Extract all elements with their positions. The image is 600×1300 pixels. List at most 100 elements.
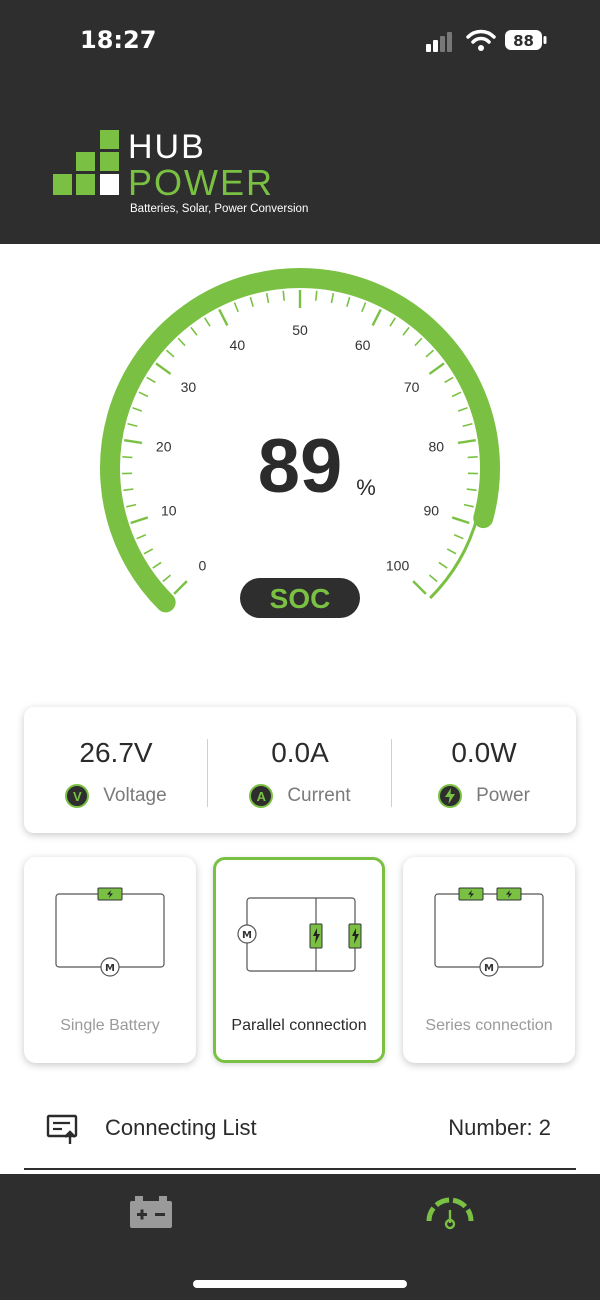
soc-gauge: 0 10 20 30 40 50 60 70 80 90 100 89 % SOC [100, 268, 500, 618]
gauge-minor-tick [457, 406, 468, 412]
parallel-connection-label: Parallel connection [231, 1017, 367, 1034]
gauge-minor-tick [162, 574, 172, 583]
gauge-minor-tick [265, 293, 270, 304]
single-battery-mode-card[interactable]: M Single Battery [24, 857, 196, 1063]
gauge-minor-tick [414, 337, 423, 347]
gauge-major-tick [457, 438, 476, 445]
brand-line2: POWER [128, 162, 274, 203]
gauge-minor-tick [361, 302, 367, 313]
gauge-tick-label: 50 [292, 322, 308, 338]
voltage-label: Voltage [103, 785, 167, 806]
gauge-tick-label: 30 [181, 379, 197, 395]
gauge-minor-tick [282, 290, 285, 301]
gauge-major-tick [124, 438, 143, 445]
wifi-icon [466, 29, 496, 51]
gauge-minor-tick [165, 349, 175, 358]
gauge-minor-tick [425, 349, 435, 358]
brand-tagline: Batteries, Solar, Power Conversion [130, 203, 308, 215]
status-time: 18:27 [80, 26, 157, 54]
gauge-major-tick [218, 308, 229, 326]
gauge-minor-tick [330, 293, 335, 304]
cellular-signal-icon [426, 32, 452, 52]
soc-unit: % [356, 475, 376, 500]
connecting-count: Number: 2 [448, 1115, 551, 1140]
gauge-minor-tick [428, 574, 438, 583]
gauge-minor-tick [451, 391, 462, 398]
svg-text:M: M [484, 963, 494, 974]
connecting-list-row[interactable]: Connecting List Number: 2 [24, 1100, 576, 1160]
gauge-minor-tick [143, 548, 154, 555]
gauge-major-tick [412, 580, 427, 595]
gauge-minor-tick [152, 561, 162, 569]
brand-line1: HUB [128, 128, 206, 166]
gauge-minor-tick [203, 317, 211, 327]
gauge-minor-tick [438, 561, 448, 569]
svg-text:M: M [105, 963, 115, 974]
gauge-minor-tick [249, 296, 254, 307]
gauge-minor-tick [462, 422, 473, 427]
series-connection-mode-card[interactable]: M Series connection [403, 857, 575, 1063]
power-metric: 0.0W Power [392, 707, 576, 833]
hub-power-logo: HUB POWER Batteries, Solar, Power Conver… [53, 128, 308, 215]
parallel-connection-mode-card[interactable]: M Parallel connection [213, 857, 385, 1063]
gauge-minor-tick [146, 376, 156, 384]
current-icon: A [249, 784, 274, 808]
gauge-major-tick [371, 308, 382, 326]
gauge-minor-tick [446, 548, 457, 555]
gauge-minor-tick [315, 290, 318, 301]
current-metric: 0.0A A Current [208, 707, 392, 833]
gauge-minor-tick [467, 456, 478, 459]
gauge-major-tick [451, 516, 470, 525]
gauge-minor-tick [453, 533, 464, 540]
power-label: Power [476, 785, 530, 806]
gauge-minor-tick [389, 317, 397, 327]
battery-status-icon: 88 [505, 30, 547, 50]
gauge-tick-label: 70 [404, 379, 420, 395]
gauge-minor-tick [122, 456, 133, 459]
battery-level-text: 88 [513, 32, 534, 50]
voltage-icon: V [65, 784, 90, 808]
gauge-minor-tick [127, 422, 138, 427]
series-connection-label: Series connection [425, 1017, 553, 1034]
nav-battery-icon[interactable] [128, 1194, 174, 1230]
gauge-minor-tick [233, 302, 239, 313]
status-bar: 18:27 88 [0, 0, 600, 80]
gauge-track-arc [429, 516, 479, 600]
gauge-tick-label: 60 [355, 337, 371, 353]
gauge-minor-tick [402, 326, 410, 336]
gauge-minor-tick [444, 376, 454, 384]
gauge-tick-label: 0 [199, 558, 207, 574]
gauge-tick-label: 10 [161, 503, 177, 519]
app-header: 18:27 88 HUB POWER Batteries, Solar, Pow… [0, 0, 600, 244]
gauge-tick-label: 20 [156, 438, 172, 454]
current-label: Current [287, 785, 351, 806]
nav-gauge-icon[interactable] [424, 1194, 476, 1230]
voltage-value: 26.7V [79, 737, 153, 768]
gauge-minor-tick [466, 488, 477, 492]
connecting-list-icon [46, 1114, 78, 1144]
gauge-minor-tick [177, 337, 186, 347]
home-indicator [193, 1280, 407, 1288]
gauge-minor-tick [123, 488, 134, 492]
bottom-nav [0, 1174, 600, 1300]
series-connection-diagram-icon: M [434, 887, 544, 977]
gauge-minor-tick [126, 503, 137, 508]
lightning-icon [438, 784, 463, 808]
voltage-metric: 26.7V V Voltage [24, 707, 208, 833]
power-value: 0.0W [451, 737, 517, 768]
metrics-card: 26.7V V Voltage 0.0A A Current 0.0W Powe… [24, 707, 576, 833]
single-battery-label: Single Battery [60, 1017, 160, 1034]
gauge-minor-tick [136, 533, 147, 540]
gauge-tick-label: 100 [386, 558, 410, 574]
divider [24, 1168, 576, 1170]
parallel-connection-diagram-icon: M [237, 897, 362, 972]
gauge-tick-label: 40 [230, 337, 246, 353]
gauge-tick-label: 80 [429, 438, 445, 454]
soc-value: 89 [258, 424, 343, 509]
gauge-minor-tick [132, 406, 143, 412]
current-value: 0.0A [271, 737, 329, 768]
gauge-tick-label: 90 [423, 503, 439, 519]
connecting-list-title: Connecting List [105, 1115, 257, 1140]
svg-text:M: M [242, 930, 252, 941]
soc-label: SOC [270, 583, 331, 614]
